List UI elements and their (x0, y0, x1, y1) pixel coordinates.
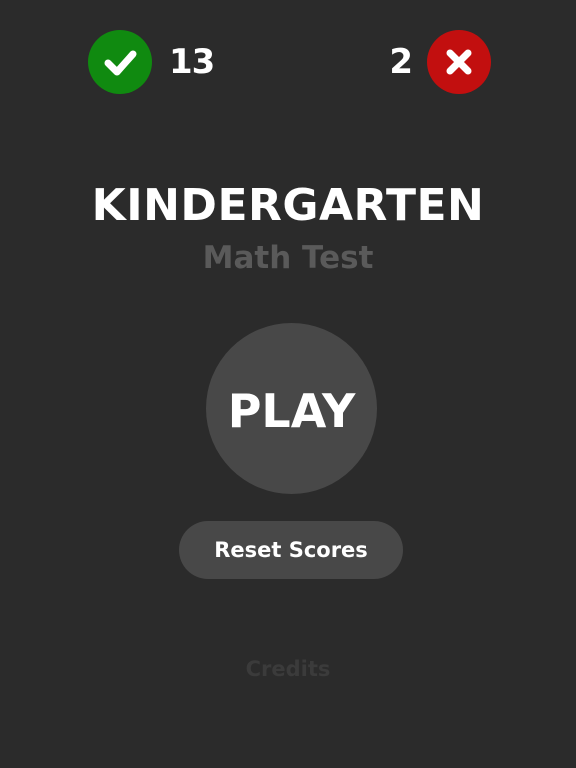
credits-link[interactable]: Credits (0, 657, 576, 681)
wrong-count: 2 (389, 42, 413, 82)
checkmark-icon (88, 30, 152, 94)
play-button[interactable]: PLAY (206, 323, 377, 494)
wrong-score: 2 (389, 30, 491, 94)
correct-score: 13 (88, 30, 215, 94)
game-subtitle: Math Test (202, 240, 374, 276)
correct-count: 13 (169, 42, 215, 82)
reset-scores-button[interactable]: Reset Scores (179, 521, 403, 579)
play-label: PLAY (227, 383, 356, 438)
x-mark-icon (427, 30, 491, 94)
game-title: KINDERGARTEN (91, 180, 485, 231)
reset-scores-label: Reset Scores (214, 538, 368, 562)
